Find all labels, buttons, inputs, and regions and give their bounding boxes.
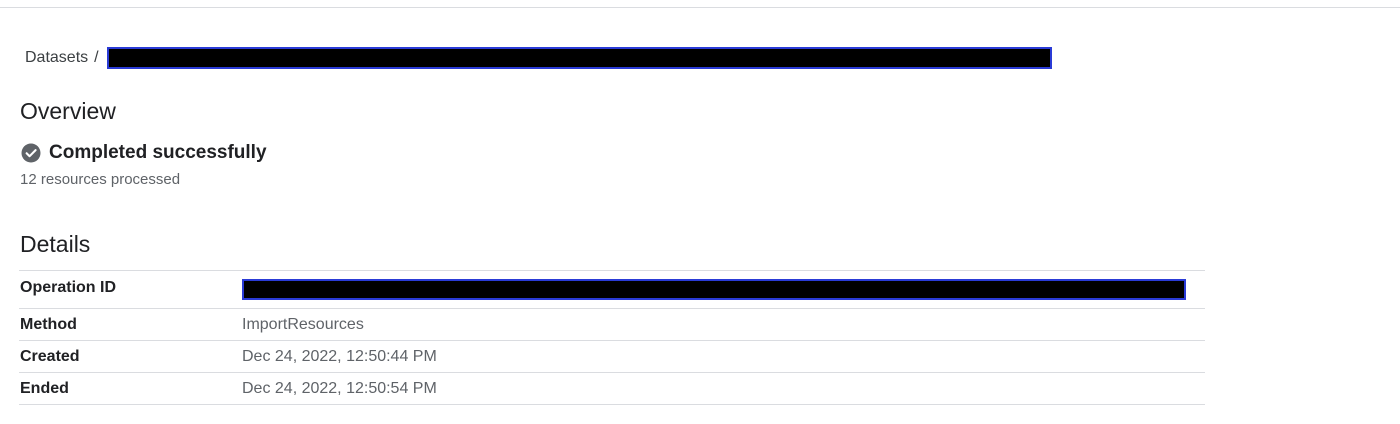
details-row-ended: Ended Dec 24, 2022, 12:50:54 PM [19,372,1205,405]
method-value: ImportResources [242,315,364,333]
breadcrumb-separator: / [94,49,99,66]
overview-heading: Overview [20,98,116,124]
resources-processed-text: 12 resources processed [20,171,181,188]
status-row: Completed successfully [21,141,267,165]
details-table: Operation ID Method ImportResources Crea… [19,270,1205,405]
ended-value: Dec 24, 2022, 12:50:54 PM [242,379,437,397]
details-row-method: Method ImportResources [19,308,1205,341]
details-heading: Details [20,231,91,257]
operation-id-label: Operation ID [20,279,117,296]
operation-id-redacted [242,278,1186,300]
created-label: Created [20,347,80,365]
breadcrumb-datasets-link[interactable]: Datasets [25,49,88,67]
created-value: Dec 24, 2022, 12:50:44 PM [242,347,437,365]
ended-label: Ended [20,379,69,397]
details-row-operation-id: Operation ID [19,270,1205,309]
breadcrumb: Datasets / [25,47,1052,69]
top-divider [0,7,1400,8]
check-circle-icon [21,143,41,163]
breadcrumb-redacted-dataset-name [106,47,1052,69]
status-text: Completed successfully [49,142,267,163]
method-label: Method [20,315,77,333]
details-row-created: Created Dec 24, 2022, 12:50:44 PM [19,340,1205,373]
operation-id-value [242,271,1205,309]
